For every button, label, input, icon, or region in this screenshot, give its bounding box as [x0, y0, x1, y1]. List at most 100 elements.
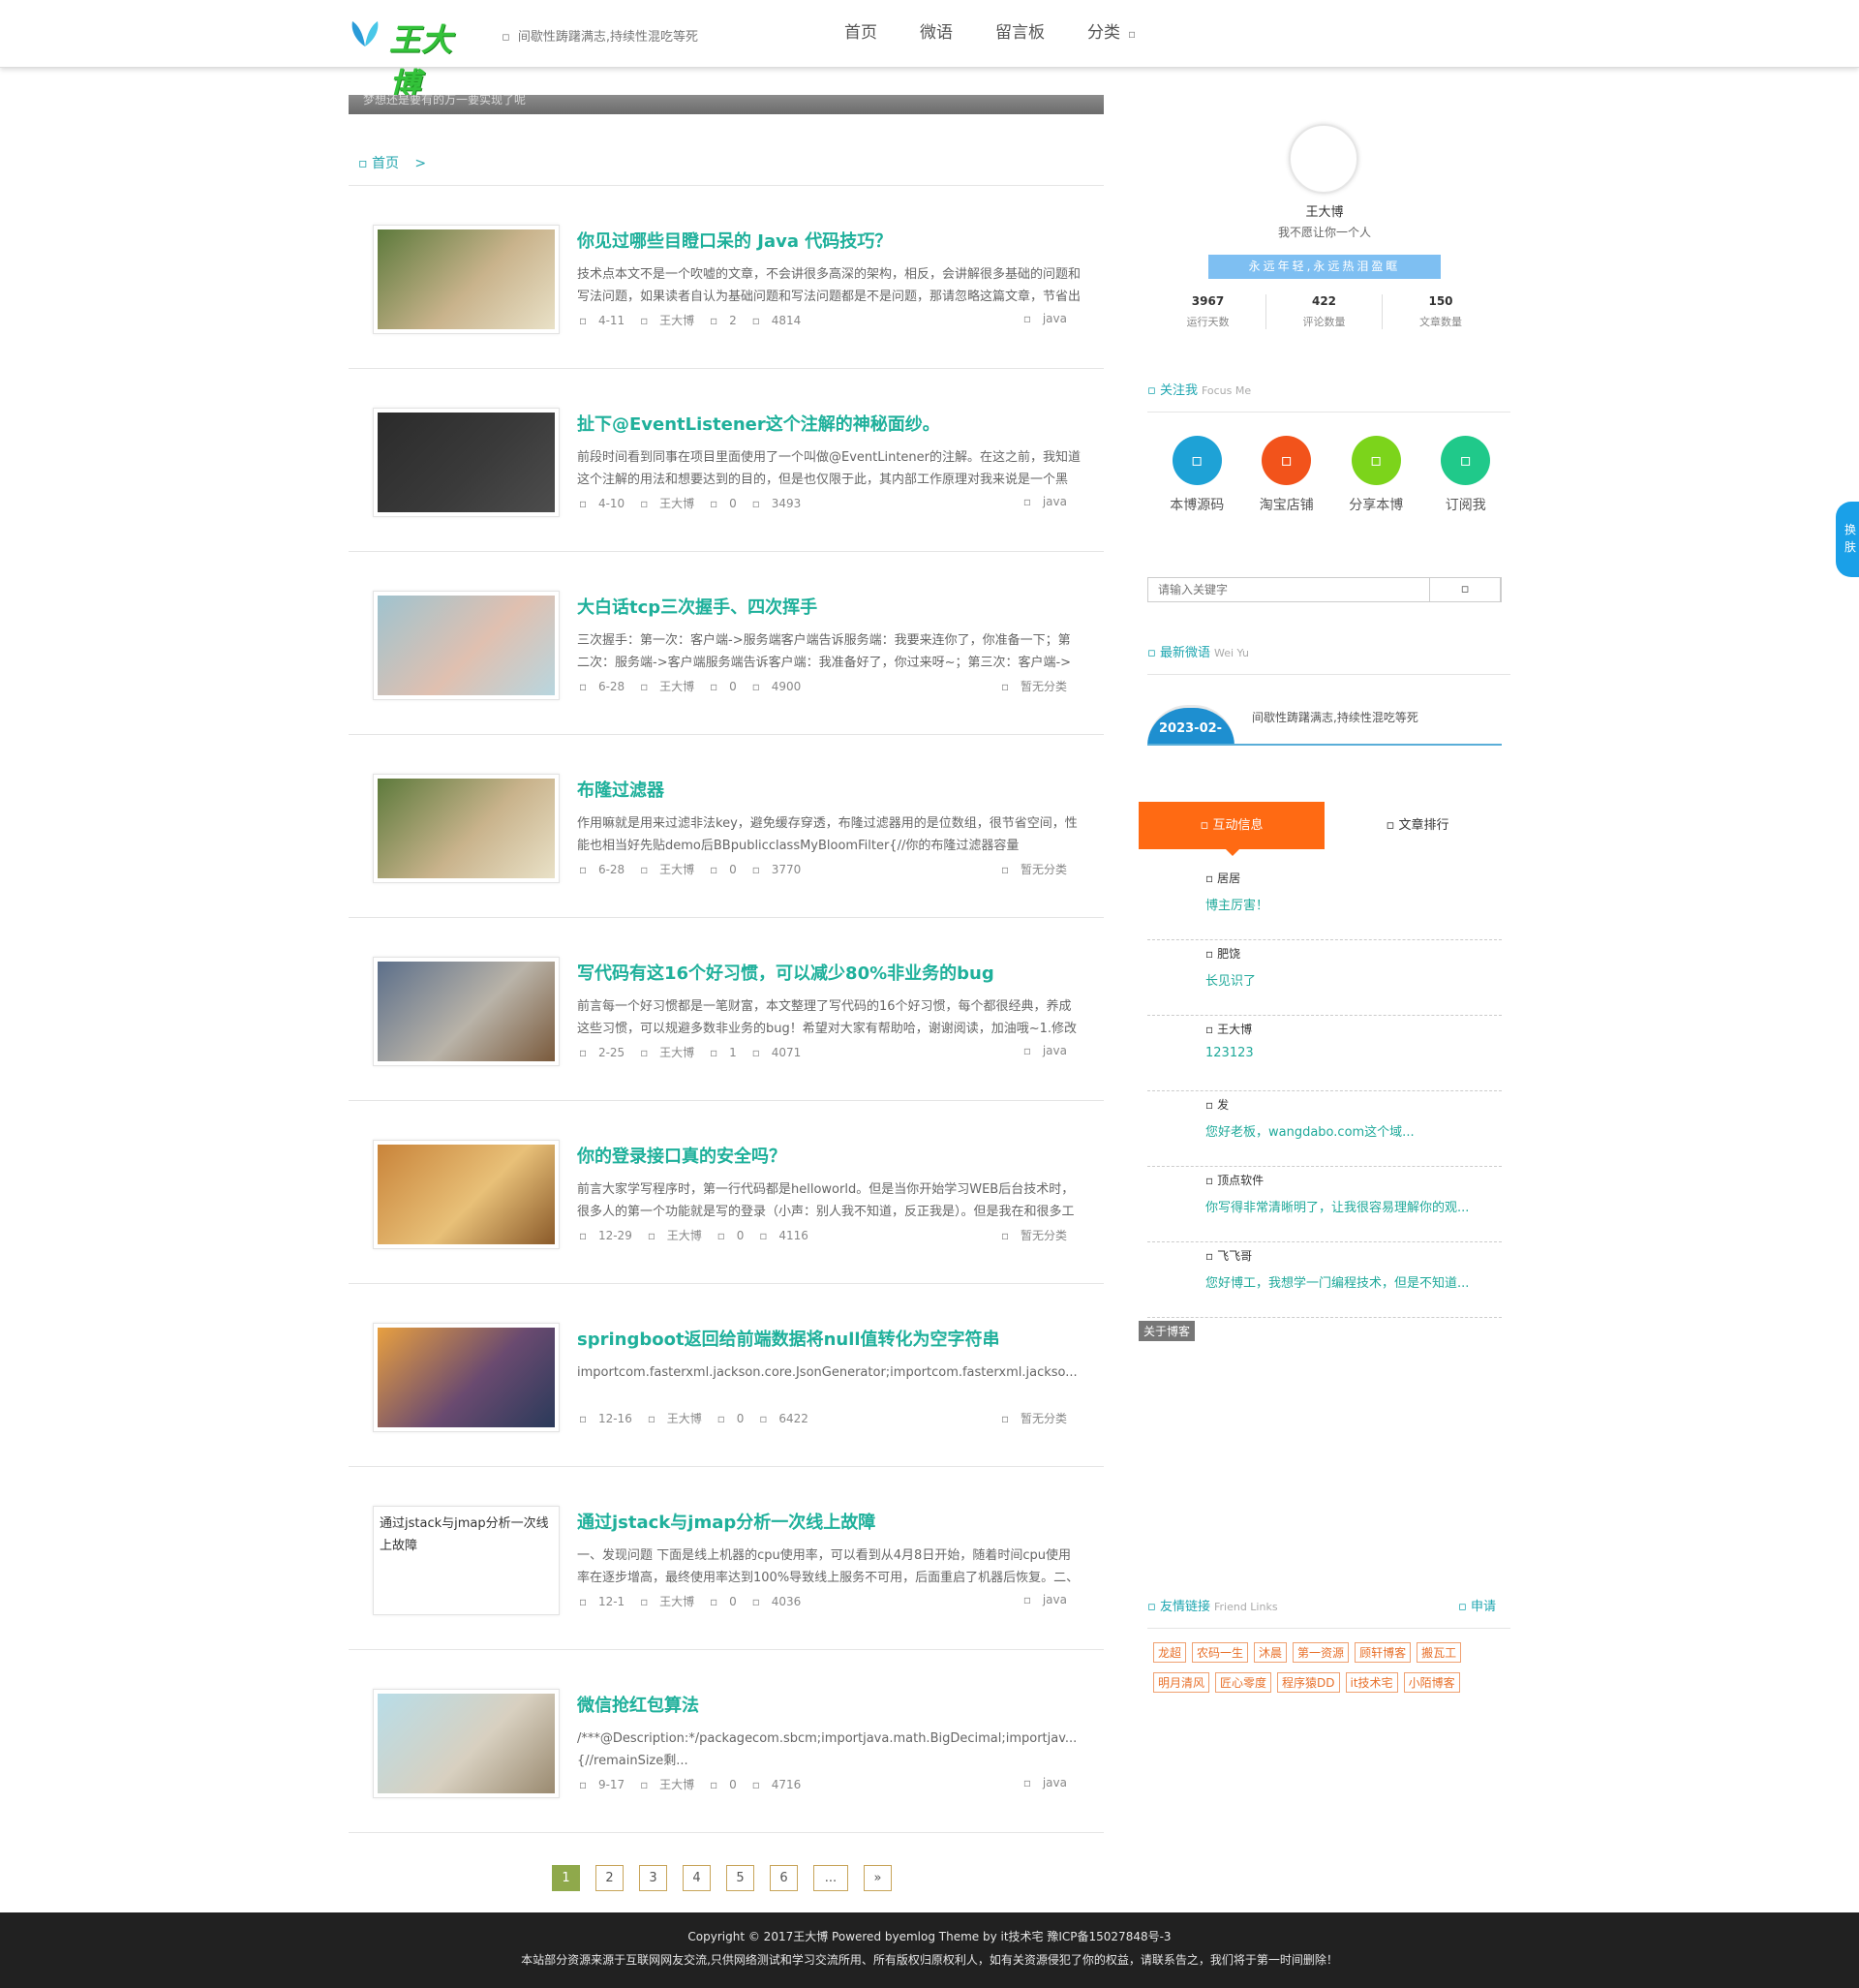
post-title[interactable]: 你见过哪些目瞪口呆的 Java 代码技巧？ [577, 228, 892, 253]
apply-link[interactable]: ▫ 申请 [1458, 1596, 1496, 1614]
user-icon: ▫ [1205, 872, 1214, 885]
avatar[interactable] [1289, 124, 1358, 194]
page-link[interactable]: 4 [683, 1865, 711, 1891]
focus-share[interactable]: ▫ 分享本博 [1331, 436, 1421, 514]
focus-source[interactable]: ▫ 本博源码 [1152, 436, 1242, 514]
friend-link[interactable]: 明月清风 [1153, 1672, 1210, 1693]
post-title[interactable]: 大白话tcp三次握手、四次挥手 [577, 594, 817, 619]
comment-item[interactable]: ▫ 飞飞哥 您好博工，我想学一门编程技术，但是不知道... [1147, 1242, 1502, 1318]
page-link[interactable]: 3 [639, 1865, 667, 1891]
post-comments-value: 2 [729, 314, 737, 327]
weiyu-underline [1147, 744, 1502, 746]
friend-link[interactable]: 龙超 [1153, 1642, 1187, 1663]
comment-item[interactable]: ▫ 肥饶 长见识了 [1147, 940, 1502, 1016]
eye-icon: ▫ [751, 863, 764, 876]
post-title[interactable]: 你的登录接口真的安全吗？ [577, 1143, 786, 1168]
comment-text: 123123 [1205, 1046, 1254, 1060]
post-category[interactable]: ▫ 暂无分类 [1001, 1227, 1075, 1243]
post-category[interactable]: ▫ 暂无分类 [1001, 861, 1075, 877]
post-title[interactable]: 写代码有这16个好习惯，可以减少80%非业务的bug [577, 960, 994, 985]
focus-label: 淘宝店铺 [1259, 498, 1314, 513]
weiyu-latest[interactable]: 2023-02- 间歇性踌躇满志,持续性混吃等死 [1147, 705, 1502, 746]
comment-icon: ▫ [710, 1778, 722, 1791]
post-category-label: 暂无分类 [1020, 863, 1067, 876]
clock-icon: ▫ [579, 1778, 591, 1791]
post-views-value: 3493 [771, 497, 802, 510]
about-blog-button[interactable]: 关于博客 [1139, 1321, 1196, 1341]
comment-item[interactable]: ▫ 顶点软件 你写得非常清晰明了，让我很容易理解你的观... [1147, 1167, 1502, 1242]
comment-item[interactable]: ▫ 发您好老板，wangdabo.com这个域... [1147, 1091, 1502, 1167]
page-current[interactable]: 1 [552, 1865, 580, 1891]
post-views-value: 4814 [771, 314, 802, 327]
nav-guestbook[interactable]: 留言板 [974, 0, 1066, 68]
post-thumbnail[interactable] [373, 225, 560, 334]
post-thumbnail[interactable] [373, 1323, 560, 1432]
search-input[interactable] [1148, 578, 1429, 601]
page-link[interactable]: 6 [770, 1865, 798, 1891]
search-button[interactable]: ▫ [1429, 577, 1501, 602]
post-category[interactable]: ▫ java [1023, 495, 1075, 508]
friend-link[interactable]: 顾轩博客 [1355, 1642, 1412, 1663]
post-category[interactable]: ▫ java [1023, 1776, 1075, 1789]
stat-value: 3967 [1191, 294, 1225, 308]
site-logo[interactable]: 王大博 [347, 12, 477, 103]
post-views: ▫ 4716 [752, 1778, 809, 1791]
post-author: ▫ 王大博 [640, 680, 702, 693]
eye-icon: ▫ [751, 1595, 764, 1608]
friend-link[interactable]: 农码一生 [1192, 1642, 1249, 1663]
tab-interactions[interactable]: ▫ 互动信息 [1139, 802, 1325, 856]
nav-category[interactable]: 分类 ▫ [1066, 0, 1157, 68]
comment-item[interactable]: ▫ 王大博 123123 [1147, 1016, 1502, 1091]
post-author: ▫ 王大博 [640, 1595, 702, 1608]
tab-article-rank[interactable]: ▫ 文章排行 [1325, 802, 1510, 849]
friend-link[interactable]: 搬瓦工 [1417, 1642, 1462, 1663]
friend-link[interactable]: 小陌博客 [1403, 1672, 1460, 1693]
friend-link[interactable]: 沐晨 [1254, 1642, 1288, 1663]
post-category-label: java [1042, 1044, 1067, 1057]
skin-switch-button[interactable]: 换肤 [1836, 502, 1859, 577]
post-thumbnail[interactable] [373, 957, 560, 1066]
breadcrumb-home[interactable]: 首页 [372, 156, 399, 171]
comment-icon: ▫ [710, 1046, 722, 1059]
focus-subscribe[interactable]: ▫ 订阅我 [1421, 436, 1511, 514]
eye-icon: ▫ [751, 1778, 764, 1791]
post-title[interactable]: springboot返回给前端数据将null值转化为空字符串 [577, 1326, 1000, 1351]
post-title[interactable]: 扯下@EventListener这个注解的神秘面纱。 [577, 411, 940, 436]
post-author: ▫ 王大博 [640, 497, 702, 510]
page-link[interactable]: 5 [726, 1865, 754, 1891]
post-category[interactable]: ▫ 暂无分类 [1001, 678, 1075, 694]
post-thumbnail[interactable] [373, 591, 560, 700]
page-link[interactable]: » [864, 1865, 892, 1891]
post-thumbnail[interactable] [373, 1140, 560, 1249]
friend-link[interactable]: it技术宅 [1345, 1672, 1398, 1693]
post-category[interactable]: ▫ java [1023, 1593, 1075, 1606]
page-link[interactable]: 2 [595, 1865, 624, 1891]
post-category[interactable]: ▫ 暂无分类 [1001, 1410, 1075, 1426]
page-link[interactable]: ... [813, 1865, 848, 1891]
clock-icon: ▫ [579, 1229, 591, 1242]
focus-taobao[interactable]: ▫ 淘宝店铺 [1242, 436, 1332, 514]
post-thumbnail[interactable] [373, 1689, 560, 1798]
friend-link[interactable]: 第一资源 [1293, 1642, 1350, 1663]
post-thumbnail[interactable] [373, 774, 560, 883]
friend-link[interactable]: 匠心零度 [1215, 1672, 1272, 1693]
post-title[interactable]: 布隆过滤器 [577, 777, 664, 802]
post-category[interactable]: ▫ java [1023, 1044, 1075, 1057]
focus-section-title: ▫ 关注我 Focus Me [1147, 380, 1510, 413]
post-author-value: 王大博 [659, 1595, 695, 1608]
nav-weiyu[interactable]: 微语 [899, 0, 974, 68]
nav-home[interactable]: 首页 [823, 0, 899, 68]
folder-icon: ▫ [1022, 1776, 1035, 1789]
post-category[interactable]: ▫ java [1023, 312, 1075, 325]
post-title[interactable]: 微信抢红包算法 [577, 1692, 699, 1717]
post-thumbnail[interactable] [373, 408, 560, 517]
comment-author-name: 肥饶 [1217, 947, 1241, 961]
friend-link[interactable]: 程序猿DD [1277, 1672, 1340, 1693]
post-thumbnail[interactable]: 通过jstack与jmap分析一次线上故障 [373, 1506, 560, 1615]
comment-item[interactable]: ▫ 居居 博主厉害！ [1147, 865, 1502, 940]
post-meta: ▫ 4-10 ▫ 王大博 ▫ 0 ▫ 3493 ▫ java [579, 495, 1075, 514]
post-views-value: 4900 [771, 680, 802, 693]
post-excerpt: 三次握手：第一次：客户端->服务端客户端告诉服务端：我要来连你了，你准备一下；第… [577, 633, 1072, 670]
post-comments: ▫ 0 [717, 1229, 752, 1242]
post-title[interactable]: 通过jstack与jmap分析一次线上故障 [577, 1509, 875, 1534]
